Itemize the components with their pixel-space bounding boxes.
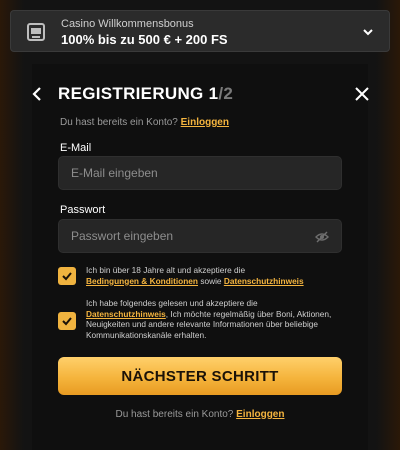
- terms-consent-text: Ich bin über 18 Jahre alt und akzeptiere…: [86, 265, 348, 286]
- login-prompt: Du hast bereits ein Konto? Einloggen: [60, 117, 229, 128]
- email-label: E-Mail: [60, 142, 92, 154]
- next-step-button[interactable]: NÄCHSTER SCHRITT: [58, 357, 342, 395]
- email-field[interactable]: E-Mail eingeben: [58, 156, 342, 190]
- terms-text-before: Ich bin über 18 Jahre alt und akzeptiere…: [86, 265, 246, 275]
- marketing-text-before: Ich habe folgendes gelesen und akzeptier…: [86, 298, 258, 308]
- terms-checkbox[interactable]: [58, 267, 76, 285]
- login-link[interactable]: Einloggen: [181, 117, 229, 128]
- password-placeholder: Passwort eingeben: [71, 229, 174, 243]
- terms-text-middle: sowie: [200, 275, 222, 286]
- bonus-title: 100% bis zu 500 € + 200 FS: [61, 32, 228, 47]
- close-icon[interactable]: [354, 86, 370, 102]
- marketing-privacy-link[interactable]: Datenschutzhinweis: [86, 309, 166, 319]
- title-step: REGISTRIERUNG 1: [58, 84, 219, 103]
- email-placeholder: E-Mail eingeben: [71, 166, 158, 180]
- terms-link[interactable]: Bedingungen & Konditionen: [86, 276, 198, 286]
- slot-machine-icon: [27, 23, 45, 41]
- marketing-checkbox[interactable]: [58, 312, 76, 330]
- chevron-down-icon: [363, 29, 373, 36]
- privacy-link[interactable]: Datenschutzhinweis: [224, 276, 304, 286]
- bottom-login-link[interactable]: Einloggen: [236, 409, 284, 420]
- login-prompt-text: Du hast bereits ein Konto?: [60, 117, 178, 128]
- eye-slash-icon[interactable]: [315, 230, 329, 244]
- bottom-login-text: Du hast bereits ein Konto?: [115, 409, 234, 420]
- marketing-consent-text: Ich habe folgendes gelesen und akzeptier…: [86, 298, 348, 340]
- welcome-bonus-dropdown[interactable]: Casino Willkommensbonus 100% bis zu 500 …: [10, 10, 390, 52]
- page-title: REGISTRIERUNG 1/2: [58, 84, 233, 104]
- checkmark-icon: [62, 272, 72, 281]
- back-arrow-icon[interactable]: [30, 86, 44, 102]
- password-label: Passwort: [60, 204, 106, 216]
- bottom-login-prompt: Du hast bereits ein Konto? Einloggen: [0, 409, 400, 420]
- checkmark-icon: [62, 317, 72, 326]
- title-step-total: /2: [218, 84, 234, 103]
- password-field[interactable]: Passwort eingeben: [58, 219, 342, 253]
- bonus-subtitle: Casino Willkommensbonus: [61, 18, 194, 30]
